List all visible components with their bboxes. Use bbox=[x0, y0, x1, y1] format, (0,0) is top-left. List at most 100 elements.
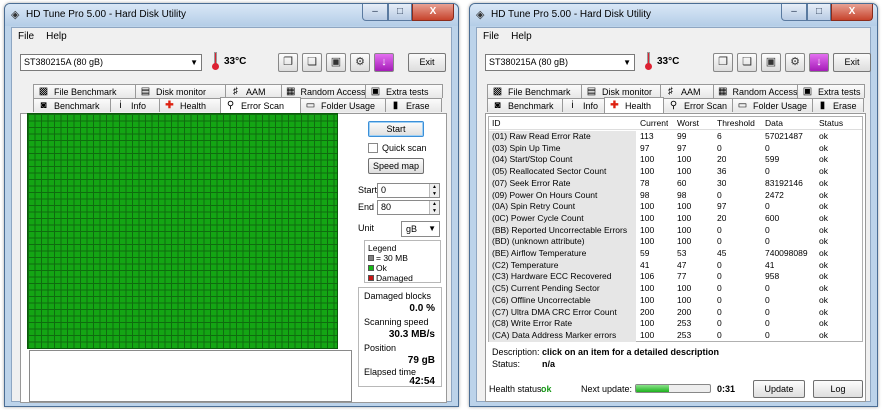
minimize-button[interactable]: – bbox=[362, 4, 388, 21]
tab-error-scan[interactable]: ⚲ Error Scan bbox=[220, 97, 301, 113]
speed-map-button[interactable]: Speed map bbox=[368, 158, 424, 174]
menu-file[interactable]: File bbox=[483, 31, 499, 42]
download-icon[interactable]: ↓ bbox=[374, 53, 394, 72]
table-row[interactable]: (04) Start/Stop Count 100 100 20 599 ok bbox=[489, 154, 862, 167]
log-button[interactable]: Log bbox=[813, 380, 863, 398]
start-button[interactable]: Start bbox=[368, 121, 424, 137]
tab-health[interactable]: ✚ Health bbox=[604, 97, 664, 113]
table-row[interactable]: (0A) Spin Retry Count 100 100 97 0 ok bbox=[489, 201, 862, 213]
magnifier-icon: ⚲ bbox=[669, 100, 678, 111]
raw-data-value: 83192146 bbox=[765, 177, 803, 188]
table-row[interactable]: (C3) Hardware ECC Recovered 106 77 0 958 ok bbox=[489, 271, 862, 284]
scan-log-box[interactable] bbox=[29, 350, 352, 402]
column-header-id[interactable]: ID bbox=[489, 117, 636, 130]
tab-error-scan[interactable]: ⚲ Error Scan bbox=[663, 98, 733, 112]
table-row[interactable]: (0C) Power Cycle Count 100 100 20 600 ok bbox=[489, 212, 862, 225]
tab-health[interactable]: ✚ Health bbox=[159, 98, 221, 112]
exit-button[interactable]: Exit bbox=[408, 53, 446, 72]
tab-aam[interactable]: ♯ AAM bbox=[660, 84, 714, 98]
close-button[interactable]: X bbox=[831, 4, 873, 21]
smart-attribute-table[interactable]: ID Current Worst Threshold Data Status (… bbox=[488, 116, 863, 342]
attribute-id: (C6) Offline Uncorrectable bbox=[489, 294, 636, 307]
drive-select[interactable]: ST380215A (80 gB) ▼ bbox=[485, 54, 635, 71]
title-bar[interactable]: ◈ HD Tune Pro 5.00 - Hard Disk Utility –… bbox=[5, 4, 458, 26]
threshold-value: 20 bbox=[717, 154, 727, 165]
table-row[interactable]: (C5) Current Pending Sector 100 100 0 0 ok bbox=[489, 283, 862, 295]
minimize-button[interactable]: – bbox=[781, 4, 807, 21]
tab-folder-usage[interactable]: ▭ Folder Usage bbox=[732, 98, 813, 112]
copy-all-icon[interactable]: ❏ bbox=[737, 53, 757, 72]
options-icon[interactable]: ⚙ bbox=[350, 53, 370, 72]
table-row[interactable]: (03) Spin Up Time 97 97 0 0 ok bbox=[489, 142, 862, 155]
current-value: 106 bbox=[640, 271, 655, 282]
save-icon[interactable]: ▣ bbox=[326, 53, 346, 72]
spin-down-icon[interactable]: ▼ bbox=[429, 190, 439, 197]
table-row[interactable]: (C7) Ultra DMA CRC Error Count 200 200 0 0 ok bbox=[489, 306, 862, 319]
table-row[interactable]: (09) Power On Hours Count 98 98 0 2472 ok bbox=[489, 189, 862, 202]
benchmark-icon: ◙ bbox=[494, 100, 501, 111]
quick-scan-checkbox[interactable]: Quick scan bbox=[368, 143, 427, 153]
table-row[interactable]: (BB) Reported Uncorrectable Errors 100 100… bbox=[489, 224, 862, 237]
quick-scan-box[interactable] bbox=[368, 143, 378, 153]
column-header-worst[interactable]: Worst bbox=[677, 117, 699, 130]
tab-info[interactable]: i Info bbox=[562, 98, 605, 112]
spin-down-icon[interactable]: ▼ bbox=[429, 207, 439, 214]
column-header-status[interactable]: Status bbox=[819, 117, 843, 130]
copy-info-icon[interactable]: ❐ bbox=[713, 53, 733, 72]
worst-value: 97 bbox=[677, 142, 687, 153]
copy-info-icon[interactable]: ❐ bbox=[278, 53, 298, 72]
tab-disk-monitor[interactable]: ▤ Disk monitor bbox=[581, 84, 661, 98]
legend-item: Ok bbox=[368, 263, 437, 273]
start-spinbox[interactable]: 0 ▲ ▼ bbox=[377, 183, 440, 198]
tab-aam[interactable]: ♯ AAM bbox=[225, 84, 282, 98]
table-row[interactable]: (BD) (unknown attribute) 100 100 0 0 ok bbox=[489, 236, 862, 248]
table-row[interactable]: (07) Seek Error Rate 78 60 30 83192146 ok bbox=[489, 177, 862, 190]
table-row[interactable]: (BE) Airflow Temperature 59 53 45 740098089 o… bbox=[489, 248, 862, 260]
tab-disk-monitor[interactable]: ▤ Disk monitor bbox=[135, 84, 226, 98]
tab-label: File Benchmark bbox=[508, 86, 571, 97]
tab-extra-tests[interactable]: ▣ Extra tests bbox=[365, 84, 443, 98]
table-row[interactable]: (C2) Temperature 41 47 0 41 ok bbox=[489, 259, 862, 272]
tab-info[interactable]: i Info bbox=[110, 98, 160, 112]
tab-extra-tests[interactable]: ▣ Extra tests bbox=[797, 84, 865, 98]
tab-benchmark[interactable]: ◙ Benchmark bbox=[487, 98, 563, 112]
column-header-threshold[interactable]: Threshold bbox=[717, 117, 755, 130]
maximize-button[interactable]: □ bbox=[807, 4, 831, 21]
table-row[interactable]: (C8) Write Error Rate 100 253 0 0 ok bbox=[489, 318, 862, 330]
close-button[interactable]: X bbox=[412, 4, 454, 21]
table-row[interactable]: (CA) Data Address Marker errors 100 253 0 0 o… bbox=[489, 329, 862, 342]
tab-file-benchmark[interactable]: ▩ File Benchmark bbox=[487, 84, 582, 98]
attribute-id: (CA) Data Address Marker errors bbox=[489, 329, 636, 342]
save-icon[interactable]: ▣ bbox=[761, 53, 781, 72]
tab-erase[interactable]: ▮ Erase bbox=[812, 98, 864, 112]
options-icon[interactable]: ⚙ bbox=[785, 53, 805, 72]
copy-all-icon[interactable]: ❏ bbox=[302, 53, 322, 72]
tab-benchmark[interactable]: ◙ Benchmark bbox=[33, 98, 111, 112]
column-header-current[interactable]: Current bbox=[640, 117, 668, 130]
unit-select[interactable]: gB ▼ bbox=[401, 221, 440, 237]
tab-erase[interactable]: ▮ Erase bbox=[385, 98, 442, 112]
download-icon[interactable]: ↓ bbox=[809, 53, 829, 72]
current-value: 100 bbox=[640, 201, 655, 212]
menu-help[interactable]: Help bbox=[46, 31, 67, 42]
table-row[interactable]: (01) Raw Read Error Rate 113 99 6 57021487 ok bbox=[489, 131, 862, 143]
exit-button[interactable]: Exit bbox=[833, 53, 871, 72]
tab-folder-usage[interactable]: ▭ Folder Usage bbox=[300, 98, 386, 112]
worst-value: 100 bbox=[677, 294, 692, 305]
update-button[interactable]: Update bbox=[753, 380, 805, 398]
tab-random-access[interactable]: ▦ Random Access bbox=[281, 84, 366, 98]
column-header-data[interactable]: Data bbox=[765, 117, 783, 130]
menu-help[interactable]: Help bbox=[511, 31, 532, 42]
tab-file-benchmark[interactable]: ▩ File Benchmark bbox=[33, 84, 136, 98]
drive-select[interactable]: ST380215A (80 gB) ▼ bbox=[20, 54, 202, 71]
menu-file[interactable]: File bbox=[18, 31, 34, 42]
maximize-button[interactable]: □ bbox=[388, 4, 412, 21]
title-bar[interactable]: ◈ HD Tune Pro 5.00 - Hard Disk Utility –… bbox=[470, 4, 877, 26]
temperature-unit: °C bbox=[668, 56, 680, 67]
tab-label: Erase bbox=[833, 100, 857, 111]
tab-random-access[interactable]: ▦ Random Access bbox=[713, 84, 798, 98]
start-label: Start bbox=[358, 185, 378, 195]
end-spinbox[interactable]: 80 ▲ ▼ bbox=[377, 200, 440, 215]
table-row[interactable]: (05) Reallocated Sector Count 100 100 36 0 ok bbox=[489, 166, 862, 178]
table-row[interactable]: (C6) Offline Uncorrectable 100 100 0 0 ok bbox=[489, 294, 862, 307]
